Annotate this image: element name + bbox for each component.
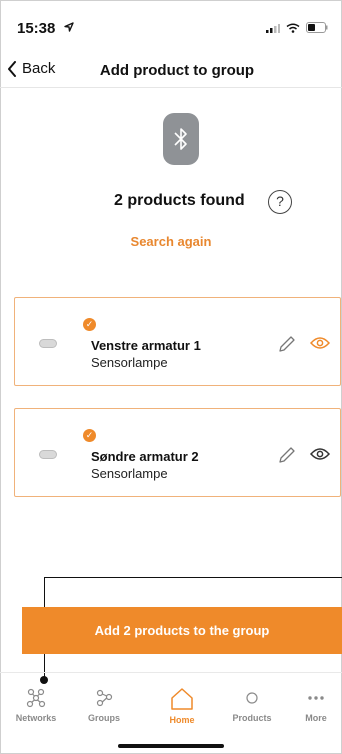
navigation-bar: Back Add product to group bbox=[0, 56, 342, 88]
more-icon bbox=[308, 696, 324, 700]
tab-label: More bbox=[305, 713, 327, 723]
battery-icon bbox=[306, 22, 328, 33]
tab-label: Home bbox=[169, 715, 195, 725]
tab-networks[interactable]: Networks bbox=[2, 687, 70, 723]
bluetooth-badge bbox=[163, 113, 199, 165]
product-name: Venstre armatur 1 bbox=[91, 338, 201, 353]
selected-check-icon: ✓ bbox=[83, 318, 96, 331]
edit-pencil-icon[interactable] bbox=[277, 334, 297, 354]
callout-line bbox=[44, 577, 342, 578]
wifi-icon bbox=[286, 23, 300, 33]
lamp-device-icon bbox=[39, 339, 57, 348]
tab-label: Groups bbox=[87, 713, 120, 723]
networks-icon bbox=[26, 688, 46, 708]
bluetooth-icon bbox=[174, 128, 187, 150]
status-time: 15:38 bbox=[17, 20, 56, 37]
product-type: Sensorlampe bbox=[91, 355, 168, 370]
products-found-text: 2 products found bbox=[114, 192, 245, 209]
home-icon bbox=[171, 688, 193, 710]
tab-label: Networks bbox=[15, 713, 57, 723]
tab-products[interactable]: Products bbox=[218, 687, 286, 723]
home-indicator bbox=[118, 744, 224, 748]
edit-pencil-icon[interactable] bbox=[277, 445, 297, 465]
groups-icon bbox=[96, 689, 113, 707]
tab-groups[interactable]: Groups bbox=[70, 687, 138, 723]
status-icons bbox=[266, 22, 328, 33]
eye-icon[interactable] bbox=[310, 336, 330, 350]
products-icon bbox=[246, 692, 258, 704]
tab-more[interactable]: More bbox=[282, 687, 342, 723]
product-card[interactable]: ✓ Venstre armatur 1 Sensorlampe bbox=[14, 297, 341, 386]
tab-home[interactable]: Home bbox=[148, 687, 216, 725]
tab-label: Products bbox=[232, 713, 272, 723]
search-again-link[interactable]: Search again bbox=[0, 234, 342, 249]
product-type: Sensorlampe bbox=[91, 466, 168, 481]
product-name: Søndre armatur 2 bbox=[91, 449, 199, 464]
lamp-device-icon bbox=[39, 450, 57, 459]
tab-bar: Networks Groups Home Products More bbox=[0, 672, 342, 754]
help-button[interactable]: ? bbox=[268, 190, 292, 214]
signal-icon bbox=[266, 23, 280, 33]
product-card[interactable]: ✓ Søndre armatur 2 Sensorlampe bbox=[14, 408, 341, 497]
status-bar: 15:38 bbox=[0, 0, 342, 56]
location-arrow-icon bbox=[64, 22, 74, 32]
add-products-button[interactable]: Add 2 products to the group bbox=[22, 607, 342, 654]
eye-icon[interactable] bbox=[310, 447, 330, 461]
selected-check-icon: ✓ bbox=[83, 429, 96, 442]
page-title: Add product to group bbox=[99, 62, 255, 79]
